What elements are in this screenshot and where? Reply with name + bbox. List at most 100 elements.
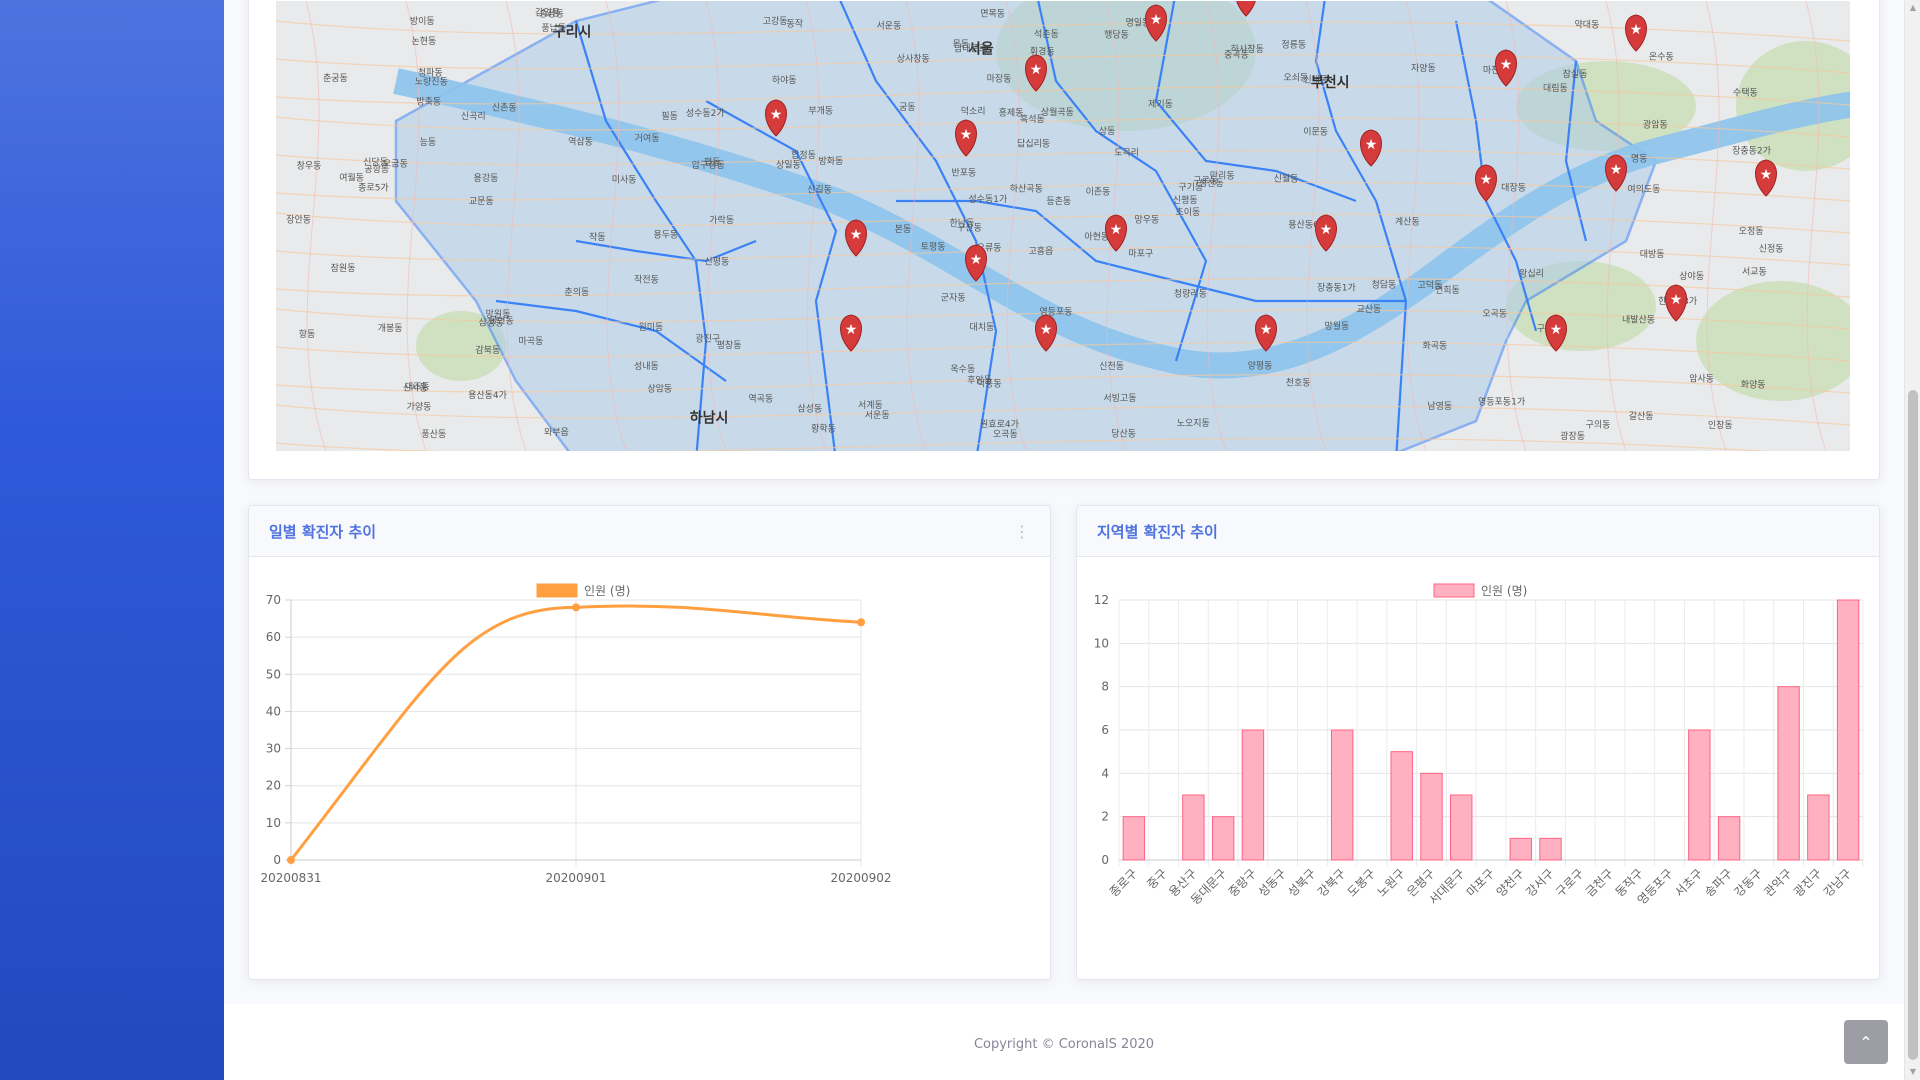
- seoul-map[interactable]: 고흥읍 신곡리 구산동 대조동 구기동 평창동 정릉동 상월곡동 신내동 망우동 구리시 인창동 교문동…: [276, 1, 1850, 451]
- map-place-label: 오곡동: [1482, 309, 1507, 320]
- map-place-label: 부천시: [1311, 75, 1350, 91]
- map-place-label: 신평동: [704, 256, 729, 267]
- x-tick-label: 관악구: [1761, 866, 1794, 899]
- map-place-label: 서교동: [1742, 267, 1767, 278]
- y-tick-label: 0: [1101, 853, 1109, 867]
- x-tick-label: 성동구: [1255, 866, 1288, 899]
- map-place-label: 서빙고동: [1103, 393, 1136, 404]
- map-place-label: 오정동: [1739, 226, 1764, 237]
- footer: Copyright © CoronalS 2020: [224, 1004, 1904, 1080]
- map-place-label: 창우동: [297, 160, 322, 171]
- map-place-label: 제기동: [1148, 99, 1173, 110]
- map-place-label: 가락동: [709, 214, 734, 226]
- y-tick-label: 4: [1101, 766, 1109, 780]
- map-place-label: 신길동: [807, 185, 832, 196]
- x-tick-label: 금천구: [1582, 866, 1616, 900]
- map-place-label: 오쇠동: [1283, 73, 1308, 84]
- legend-swatch: [536, 583, 578, 598]
- star-icon: ★: [1240, 1, 1253, 3]
- star-icon: ★: [1500, 57, 1513, 73]
- scroll-thumb[interactable]: [1908, 390, 1918, 1060]
- x-tick-label: 송파구: [1702, 866, 1735, 899]
- scroll-down-arrow-icon[interactable]: ▼: [1905, 1064, 1920, 1080]
- map-place-label: 교문동: [469, 196, 494, 207]
- map-place-label: 송정동: [539, 8, 564, 19]
- map-place-label: 대림동: [1543, 82, 1568, 94]
- more-options-icon[interactable]: ⋮: [1014, 522, 1030, 541]
- map-place-label: 상야동: [1679, 271, 1704, 282]
- map-place-label: 흑석동: [1020, 113, 1045, 125]
- map-place-label: 원미동: [639, 322, 664, 333]
- main-content: 고흥읍 신곡리 구산동 대조동 구기동 평창동 정릉동 상월곡동 신내동 망우동 구리시 인창동 교문동…: [224, 0, 1904, 1080]
- map-place-label: 면목동: [980, 9, 1005, 20]
- map-place-label: 계산동: [1395, 216, 1420, 228]
- map-place-label: 거여동: [635, 132, 660, 144]
- map-place-label: 종로5가: [358, 183, 389, 194]
- map-place-label: 토평동: [921, 241, 946, 252]
- map-place-label: 와부읍: [544, 426, 569, 438]
- map-place-label: 용두동: [653, 229, 678, 240]
- map-place-label: 신곡리: [461, 111, 486, 122]
- map-place-label: 도곡리: [1114, 148, 1139, 159]
- page-scrollbar[interactable]: ▲ ▼: [1904, 0, 1920, 1080]
- map-place-label: 남대문로: [954, 44, 987, 55]
- map-place-label: 본동: [895, 224, 912, 235]
- map-place-label: 성수동1가: [968, 194, 1007, 205]
- map-place-label: 작동: [589, 232, 606, 243]
- x-tick-label: 노원구: [1375, 866, 1408, 899]
- map-place-label: 상월곡동: [1041, 106, 1074, 118]
- map-place-label: 삼성동: [797, 403, 822, 414]
- map-place-label: 하산곡동: [1010, 184, 1043, 195]
- x-tick-label: 20200901: [545, 871, 606, 885]
- map-place-label: 용강동: [474, 173, 499, 184]
- bar: [1688, 729, 1711, 861]
- map-place-label: 신평동: [1173, 195, 1198, 206]
- map-place-label: 장안동: [286, 215, 311, 226]
- star-icon: ★: [1670, 292, 1683, 308]
- data-point: [287, 856, 295, 864]
- scroll-up-arrow-icon[interactable]: ▲: [1905, 0, 1920, 16]
- legend-swatch: [1433, 583, 1475, 598]
- data-point: [857, 618, 865, 627]
- region-card-header: 지역별 확진자 추이: [1077, 506, 1879, 557]
- map-place-label: 신촌동: [492, 102, 517, 113]
- map-place-label: 양평동: [1248, 360, 1273, 371]
- bar: [1241, 729, 1265, 861]
- scroll-to-top-button[interactable]: ⌃: [1844, 1020, 1888, 1064]
- map-place-label: 청담동: [1371, 278, 1396, 290]
- map-place-label: 장충동1가: [1317, 283, 1356, 294]
- y-tick-label: 2: [1101, 810, 1109, 824]
- map-place-label: 약대동: [1575, 18, 1600, 30]
- map-place-label: 상사창동: [897, 53, 930, 64]
- x-tick-label: 강남구: [1821, 866, 1854, 899]
- x-tick-label: 강북구: [1315, 866, 1348, 899]
- map-canvas[interactable]: 고흥읍신곡리구산동대조동구기동평창동정릉동상월곡동신내동망우동구리시인창동교문동…: [276, 1, 1850, 451]
- map-place-label: 이문동: [1303, 127, 1328, 138]
- copyright-text: Copyright © CoronalS 2020: [973, 1037, 1155, 1052]
- map-place-label: 청파동: [418, 67, 443, 78]
- y-tick-label: 40: [266, 704, 281, 718]
- x-tick-label: 20200831: [260, 871, 321, 885]
- map-place-label: 고흥읍: [1028, 245, 1053, 257]
- map-place-label: 서운동: [877, 21, 902, 32]
- map-place-label: 고강동: [763, 16, 788, 27]
- x-tick-label: 종로구: [1107, 866, 1140, 899]
- map-place-label: 한남동: [950, 218, 975, 229]
- map-place-label: 하남시: [690, 409, 729, 426]
- bar: [1420, 772, 1443, 861]
- map-place-label: 대치동: [969, 321, 994, 333]
- y-tick-label: 10: [266, 816, 281, 830]
- bar: [1807, 794, 1830, 861]
- map-place-label: 신천동: [1099, 361, 1124, 372]
- map-place-label: 영등포동1가: [1478, 397, 1525, 408]
- map-place-label: 필동: [661, 110, 678, 122]
- map-place-label: 방화동: [818, 156, 843, 167]
- x-tick-label: 마포구: [1464, 866, 1497, 899]
- star-icon: ★: [960, 127, 973, 143]
- x-tick-label: 중구: [1144, 866, 1170, 892]
- map-place-label: 풍산동: [421, 429, 446, 440]
- map-place-label: 성수동2가: [686, 108, 725, 119]
- star-icon: ★: [1610, 162, 1623, 178]
- map-place-label: 감북동: [475, 344, 500, 356]
- map-place-label: 하야동: [772, 75, 797, 86]
